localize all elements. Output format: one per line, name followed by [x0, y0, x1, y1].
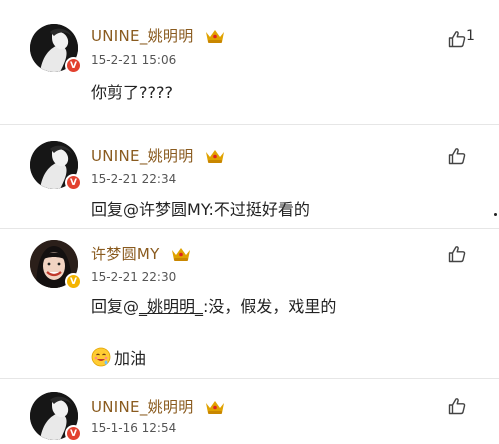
avatar[interactable]: V	[30, 141, 82, 191]
avatar[interactable]: V	[30, 24, 82, 74]
comment-extra-text: 加油	[91, 345, 146, 371]
avatar[interactable]: V	[30, 240, 82, 290]
username[interactable]: UNINE_姚明明	[91, 396, 225, 419]
divider	[0, 124, 499, 125]
crown-icon	[205, 399, 225, 419]
like-button[interactable]	[448, 397, 476, 419]
comment-timestamp: 15-2-21 22:30	[91, 270, 177, 284]
username-text: UNINE_姚明明	[91, 147, 194, 165]
comment-text: 你剪了????	[91, 83, 173, 102]
avatar[interactable]: V	[30, 392, 82, 442]
verified-badge-icon: V	[65, 174, 82, 191]
username[interactable]: 许梦圆MY	[91, 243, 191, 266]
username[interactable]: UNINE_姚明明	[91, 145, 225, 168]
reply-prefix: 回复	[91, 200, 124, 219]
like-button[interactable]	[448, 147, 476, 169]
divider	[0, 378, 499, 379]
extra-text: 加油	[114, 349, 147, 368]
thumbs-up-icon	[448, 147, 466, 169]
reply-text: :没，假发，戏里的	[203, 297, 337, 316]
comment-text: 回复@许梦圆MY:不过挺好看的	[91, 196, 310, 220]
drooling-face-emoji-icon	[91, 347, 111, 371]
thumbs-up-icon	[448, 245, 466, 267]
comment-text: 回复@_姚明明_:没，假发，戏里的	[91, 293, 336, 317]
verified-badge-icon: V	[65, 425, 82, 442]
username-text: UNINE_姚明明	[91, 398, 194, 416]
comment-timestamp: 15-2-21 22:34	[91, 172, 177, 186]
like-button[interactable]	[448, 245, 476, 267]
mention-link[interactable]: _姚明明_	[139, 297, 203, 316]
crown-icon	[205, 148, 225, 168]
thumbs-up-icon	[448, 30, 466, 52]
comment-timestamp: 15-2-21 15:06	[91, 53, 177, 67]
like-count: 1	[466, 28, 475, 44]
mention-link[interactable]: @许梦圆MY	[123, 200, 208, 219]
comment-timestamp: 15-1-16 12:54	[91, 421, 177, 435]
username-text: 许梦圆MY	[91, 245, 160, 263]
reply-prefix: 回复@	[91, 297, 140, 316]
thumbs-up-icon	[448, 397, 466, 419]
crown-icon	[205, 28, 225, 48]
username-text: UNINE_姚明明	[91, 27, 194, 45]
crown-icon	[171, 246, 191, 266]
divider	[0, 228, 499, 229]
verified-badge-icon: V	[65, 273, 82, 290]
reply-text: :不过挺好看的	[208, 200, 310, 219]
username[interactable]: UNINE_姚明明	[91, 25, 225, 48]
verified-badge-icon: V	[65, 57, 82, 74]
artifact-dot	[494, 213, 497, 216]
